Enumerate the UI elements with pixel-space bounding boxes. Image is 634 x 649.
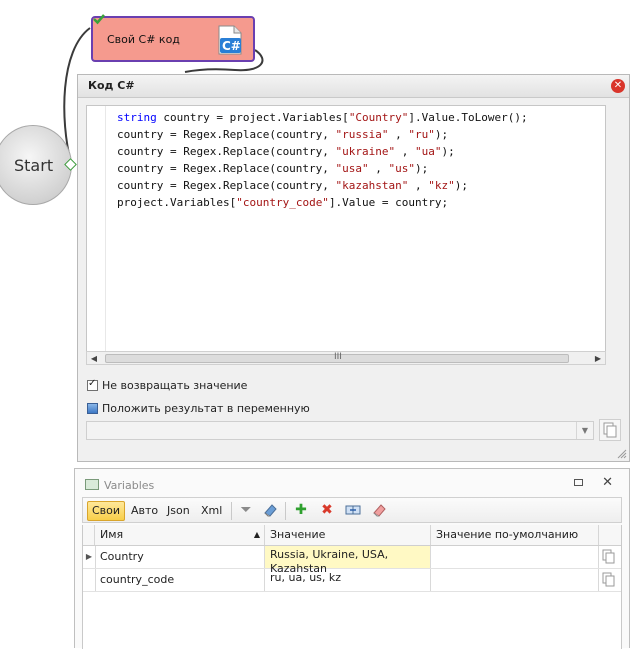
- success-check-icon: [93, 14, 105, 25]
- result-variable-select[interactable]: ▼: [86, 421, 594, 440]
- table-row[interactable]: ▶ Country Russia, Ukraine, USA, Kazahsta…: [83, 546, 621, 575]
- csharp-file-icon: C#: [218, 25, 242, 55]
- filter-icon[interactable]: ⏷: [238, 502, 254, 518]
- code-text[interactable]: string country = project.Variables["Coun…: [117, 109, 528, 211]
- variable-default-cell[interactable]: [431, 546, 599, 568]
- variable-name-cell[interactable]: country_code: [95, 569, 265, 591]
- code-line-4: country = Regex.Replace(country, "usa" ,…: [117, 162, 429, 175]
- no-return-checkbox[interactable]: [87, 378, 98, 391]
- copy-icon[interactable]: [600, 548, 618, 566]
- close-icon[interactable]: ✕: [611, 79, 625, 93]
- chevron-down-icon[interactable]: ▼: [576, 422, 593, 439]
- table-header: Имя ▲ Значение Значение по-умолчанию: [83, 525, 621, 546]
- scroll-right-icon[interactable]: ▶: [592, 353, 604, 365]
- copy-icon: [603, 422, 617, 438]
- variables-table: Имя ▲ Значение Значение по-умолчанию ▶ C…: [82, 525, 622, 649]
- copy-button[interactable]: [599, 419, 621, 441]
- code-line-6: project.Variables["country_code"].Value …: [117, 196, 449, 209]
- sort-asc-icon: ▲: [253, 530, 260, 539]
- tab-xml[interactable]: Xml: [197, 502, 226, 520]
- variable-value-cell[interactable]: Russia, Ukraine, USA, Kazahstan: [265, 546, 431, 575]
- code-line-5: country = Regex.Replace(country, "kazahs…: [117, 179, 469, 192]
- action-block-title: Свой C# код: [107, 33, 180, 46]
- variables-icon: [85, 479, 99, 490]
- no-return-checkbox-row[interactable]: Не возвращать значение: [87, 378, 248, 392]
- variables-toolbar: Свои Авто Json Xml ⏷ ✚ ✖: [82, 497, 622, 523]
- code-line-2: country = Regex.Replace(country, "russia…: [117, 128, 449, 141]
- save-result-checkbox[interactable]: [87, 403, 98, 414]
- add-icon[interactable]: ✚: [293, 502, 309, 518]
- delete-icon[interactable]: ✖: [319, 502, 335, 518]
- import-export-icon[interactable]: [345, 502, 361, 518]
- start-node-label: Start: [14, 156, 54, 175]
- variables-title: Variables: [104, 479, 155, 492]
- tab-own[interactable]: Свои: [87, 501, 126, 521]
- tab-json[interactable]: Json: [163, 502, 194, 520]
- save-result-label: Положить результат в переменную: [102, 402, 310, 415]
- column-header-name-label: Имя: [100, 528, 124, 541]
- resize-grip-icon[interactable]: [617, 449, 627, 459]
- save-result-checkbox-row[interactable]: Положить результат в переменную: [87, 402, 310, 415]
- code-editor[interactable]: string country = project.Variables["Coun…: [86, 105, 606, 365]
- tab-auto[interactable]: Авто: [127, 502, 162, 520]
- start-node[interactable]: Start: [0, 125, 72, 205]
- svg-text:C#: C#: [222, 39, 241, 53]
- row-selector-header: [83, 525, 95, 545]
- code-window-header[interactable]: Код C# ✕: [78, 75, 629, 98]
- scroll-left-icon[interactable]: ◀: [88, 353, 100, 365]
- code-window: Код C# ✕ string country = project.Variab…: [77, 74, 630, 462]
- close-icon[interactable]: ✕: [602, 475, 613, 490]
- column-header-value[interactable]: Значение: [265, 525, 431, 545]
- variable-name-cell[interactable]: Country: [95, 546, 265, 568]
- variables-panel: Variables ✕ Свои Авто Json Xml ⏷ ✚ ✖ Имя…: [74, 468, 630, 649]
- variable-value-cell[interactable]: ru, ua, us, kz: [265, 569, 431, 591]
- code-window-title: Код C#: [88, 79, 135, 92]
- toolbar-separator: [231, 502, 232, 520]
- table-row[interactable]: country_code ru, ua, us, kz: [83, 569, 621, 592]
- code-line-3: country = Regex.Replace(country, "ukrain…: [117, 145, 455, 158]
- csharp-action-block[interactable]: Свой C# код C#: [91, 14, 255, 62]
- code-line-1: string country = project.Variables["Coun…: [117, 111, 528, 124]
- column-header-default[interactable]: Значение по-умолчанию: [431, 525, 599, 545]
- no-return-label: Не возвращать значение: [102, 379, 248, 392]
- scrollbar-grip: III: [334, 352, 342, 362]
- eraser-icon[interactable]: [262, 502, 278, 518]
- copy-icon[interactable]: [600, 571, 618, 589]
- clear-icon[interactable]: [371, 502, 387, 518]
- minimize-icon[interactable]: [574, 479, 583, 486]
- horizontal-scrollbar[interactable]: ◀ III ▶: [86, 351, 606, 365]
- toolbar-separator: [285, 502, 286, 520]
- scrollbar-thumb[interactable]: III: [105, 352, 569, 363]
- column-header-name[interactable]: Имя ▲: [95, 525, 265, 545]
- variables-header[interactable]: Variables ✕: [75, 469, 629, 497]
- editor-gutter: [87, 106, 106, 364]
- variable-default-cell[interactable]: [431, 569, 599, 591]
